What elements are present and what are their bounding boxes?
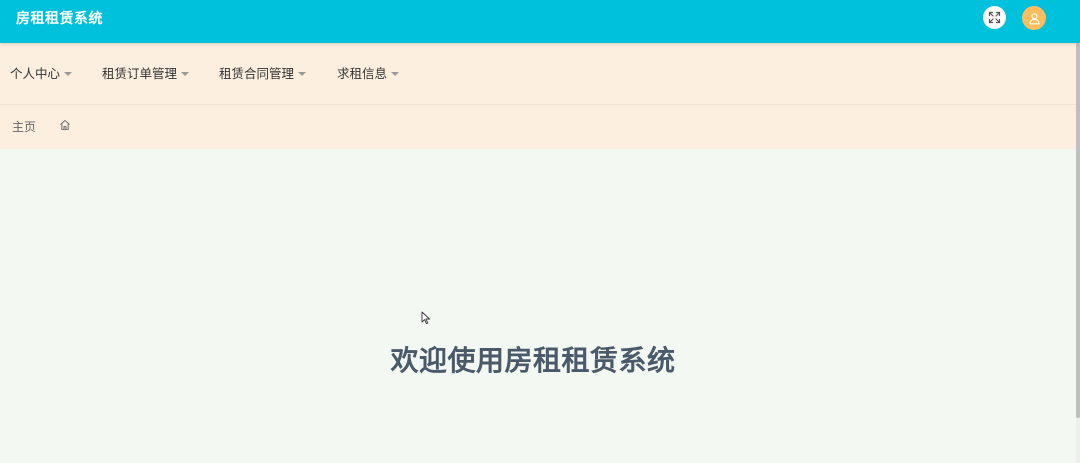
nav-item-label: 求租信息 <box>337 66 388 81</box>
breadcrumb-home-link[interactable]: 主页 <box>12 105 36 149</box>
nav-item-personal-center[interactable]: 个人中心 <box>10 43 73 104</box>
app-header: 房租租赁系统 <box>0 0 1080 43</box>
mouse-pointer-icon <box>421 311 431 325</box>
page-scrollbar[interactable] <box>1076 43 1080 463</box>
top-nav-menu: 个人中心 租赁订单管理 租赁合同管理 求租信息 <box>0 43 1076 105</box>
nav-item-rental-requests[interactable]: 求租信息 <box>337 43 400 104</box>
main-content: 欢迎使用房租租赁系统 <box>0 149 1076 463</box>
user-icon <box>1028 12 1040 24</box>
caret-down-icon <box>298 71 307 76</box>
app-title: 房租租赁系统 <box>16 11 103 27</box>
home-icon[interactable] <box>58 118 72 132</box>
fullscreen-icon <box>988 11 1001 24</box>
nav-item-label: 租赁订单管理 <box>102 66 178 81</box>
welcome-heading: 欢迎使用房租租赁系统 <box>390 344 676 377</box>
breadcrumb: 主页 <box>0 105 1076 149</box>
caret-down-icon <box>64 71 73 76</box>
fullscreen-button[interactable] <box>983 6 1006 29</box>
nav-item-rental-contracts[interactable]: 租赁合同管理 <box>219 43 307 104</box>
nav-item-label: 租赁合同管理 <box>219 66 295 81</box>
scrollbar-thumb[interactable] <box>1076 43 1080 418</box>
caret-down-icon <box>181 71 190 76</box>
nav-item-label: 个人中心 <box>10 66 61 81</box>
nav-item-rental-orders[interactable]: 租赁订单管理 <box>102 43 190 104</box>
caret-down-icon <box>391 71 400 76</box>
user-avatar[interactable] <box>1022 6 1046 30</box>
